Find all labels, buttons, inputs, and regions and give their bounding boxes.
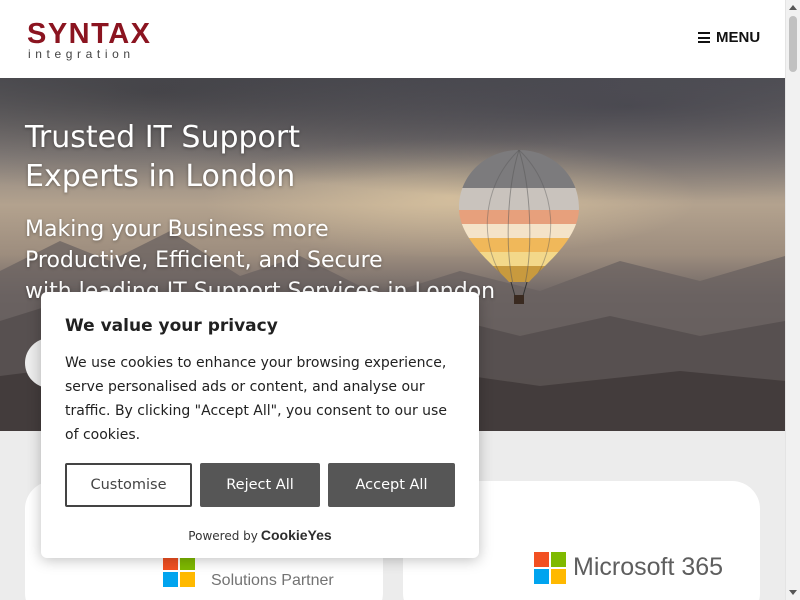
customise-button[interactable]: Customise — [65, 463, 192, 507]
powered-by: Powered by CookieYes — [41, 527, 479, 543]
cookie-dialog-title: We value your privacy — [65, 316, 278, 336]
cookie-consent-dialog: We value your privacy We use cookies to … — [41, 292, 479, 558]
solutions-partner-label: Solutions Partner — [211, 572, 334, 589]
hero-heading-line: Trusted IT Support — [25, 120, 300, 155]
powered-by-label: Powered by — [188, 529, 258, 543]
cookie-dialog-text: We use cookies to enhance your browsing … — [65, 355, 447, 443]
hero-subheading-line: Making your Business more — [25, 217, 329, 242]
hamburger-icon — [698, 32, 710, 43]
cookieyes-logo[interactable]: CookieYes — [261, 527, 332, 543]
microsoft-365-logo-icon — [534, 552, 566, 584]
scroll-down-arrow-icon[interactable] — [789, 590, 797, 595]
microsoft-365-label: Microsoft 365 — [573, 553, 724, 581]
logo-tagline: integration — [28, 47, 135, 61]
logo-wordmark: SYNTAX — [27, 18, 152, 50]
accept-all-button[interactable]: Accept All — [328, 463, 455, 507]
page-scrollbar[interactable] — [785, 0, 800, 600]
site-header: SYNTAX integration MENU — [0, 0, 785, 78]
scrollbar-thumb[interactable] — [789, 16, 797, 72]
hero-heading: Trusted IT Support Experts in London — [25, 118, 385, 196]
microsoft-logo-icon — [163, 555, 195, 587]
menu-button[interactable]: MENU — [698, 29, 760, 46]
scroll-up-arrow-icon[interactable] — [789, 5, 797, 10]
reject-all-button[interactable]: Reject All — [200, 463, 320, 507]
menu-label: MENU — [716, 29, 761, 46]
syntax-logo[interactable]: SYNTAX integration — [27, 18, 152, 61]
hero-subheading-line: Productive, Efficient, and Secure — [25, 248, 383, 273]
hero-heading-line: Experts in London — [25, 159, 296, 194]
